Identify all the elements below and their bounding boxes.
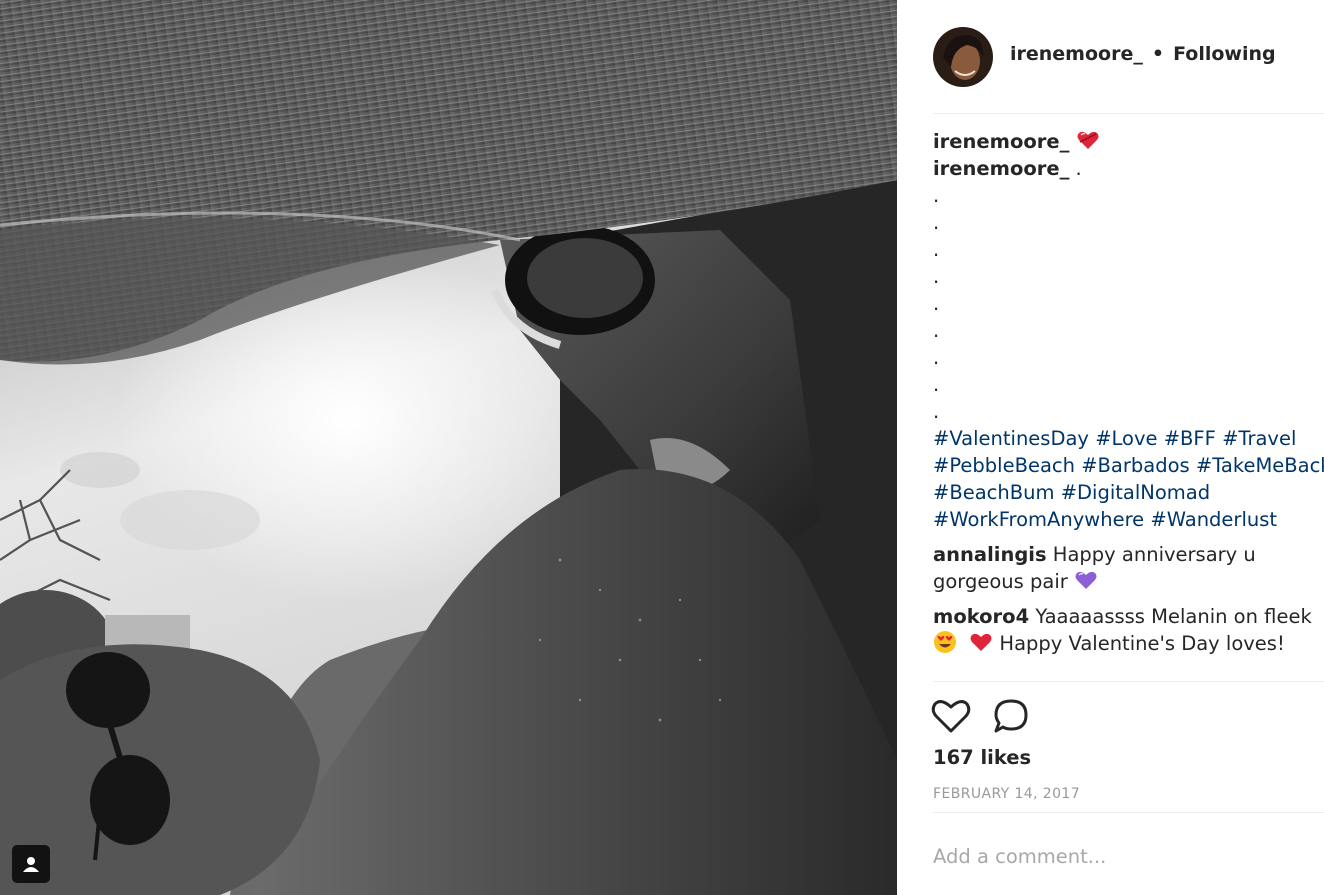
comment-text: gorgeous pair (933, 570, 1068, 593)
hashtag-link[interactable]: #WorkFromAnywhere (933, 508, 1144, 531)
caption-dot: . (933, 292, 940, 315)
comment-text: Happy Valentine's Day loves! (999, 632, 1285, 655)
caption-username[interactable]: irenemoore_ (933, 157, 1069, 180)
hashtags: #ValentinesDay #Love #BFF #Travel #Pebbl… (933, 425, 1324, 533)
author-username[interactable]: irenemoore_ (1010, 43, 1143, 65)
comment-username[interactable]: mokoro4 (933, 605, 1029, 628)
separator-dot: • (1151, 43, 1165, 65)
caption-dot: . (933, 400, 940, 423)
comment-username[interactable]: annalingis (933, 543, 1047, 566)
hashtag-link[interactable]: #Travel (1222, 427, 1296, 450)
caption-username[interactable]: irenemoore_ (933, 130, 1069, 153)
hashtag-link[interactable]: #BFF (1164, 427, 1216, 450)
post-actions: 167 likes FEBRUARY 14, 2017 (931, 681, 1324, 813)
comment-item: annalingis Happy anniversary u gorgeous … (933, 541, 1324, 595)
caption-dots: . . . . . . . . . (933, 182, 1324, 425)
comment-text: Happy anniversary u (1052, 543, 1256, 566)
caption-dot: . (933, 265, 940, 288)
header-line: irenemoore_ • Following (1010, 43, 1276, 65)
hashtag-link[interactable]: #ValentinesDay (933, 427, 1089, 450)
add-comment-input[interactable] (933, 834, 1324, 878)
caption-dot: . (933, 373, 940, 396)
photo-image (0, 0, 897, 895)
like-button[interactable] (931, 698, 971, 738)
caption-dot: . (933, 319, 940, 342)
caption-dot: . (933, 211, 940, 234)
person-icon (23, 857, 39, 872)
post-header: irenemoore_ • Following (933, 27, 1324, 114)
purple-heart-emoji-icon (1075, 571, 1097, 589)
heart-outline-icon (931, 700, 971, 733)
post-sidebar: irenemoore_ • Following irenemoore_ iren… (897, 0, 1324, 895)
hashtag-link[interactable]: #BeachBum (933, 481, 1054, 504)
comment-item: mokoro4 Yaaaaassss Melanin on fleek Happ… (933, 603, 1324, 657)
caption-text: . (1075, 157, 1082, 180)
hashtag-link[interactable]: #Wanderlust (1150, 508, 1277, 531)
caption-dot: . (933, 238, 940, 261)
heart-emoji-icon (1077, 131, 1099, 149)
caption-line-1: irenemoore_ (933, 128, 1324, 155)
profile-photo (933, 27, 993, 87)
hashtag-link[interactable]: #PebbleBeach (933, 454, 1075, 477)
caption-dot: . (933, 184, 940, 207)
avatar[interactable] (933, 27, 993, 87)
post-date[interactable]: FEBRUARY 14, 2017 (933, 786, 1080, 802)
comment-button[interactable] (993, 698, 1029, 738)
speech-bubble-icon (994, 699, 1028, 733)
caption-dot: . (933, 346, 940, 369)
post-modal: irenemoore_ • Following irenemoore_ iren… (0, 0, 1324, 895)
comments-list: irenemoore_ irenemoore_ . . . . . . . . … (933, 128, 1324, 657)
hashtag-link[interactable]: #DigitalNomad (1061, 481, 1210, 504)
following-button[interactable]: Following (1173, 43, 1276, 65)
hashtag-link[interactable]: #Barbados (1081, 454, 1189, 477)
hashtag-link[interactable]: #TakeMeBack (1196, 454, 1324, 477)
hashtag-link[interactable]: #Love (1095, 427, 1157, 450)
red-heart-emoji-icon (970, 633, 992, 651)
tagged-people-button[interactable] (12, 845, 50, 883)
likes-count[interactable]: 167 likes (933, 746, 1031, 769)
post-photo[interactable] (0, 0, 897, 895)
comment-text: Yaaaaassss Melanin on fleek (1035, 605, 1312, 628)
caption-comment: irenemoore_ . . . . . . . . . . #Valenti… (933, 155, 1324, 533)
heart-eyes-emoji-icon (934, 631, 956, 653)
